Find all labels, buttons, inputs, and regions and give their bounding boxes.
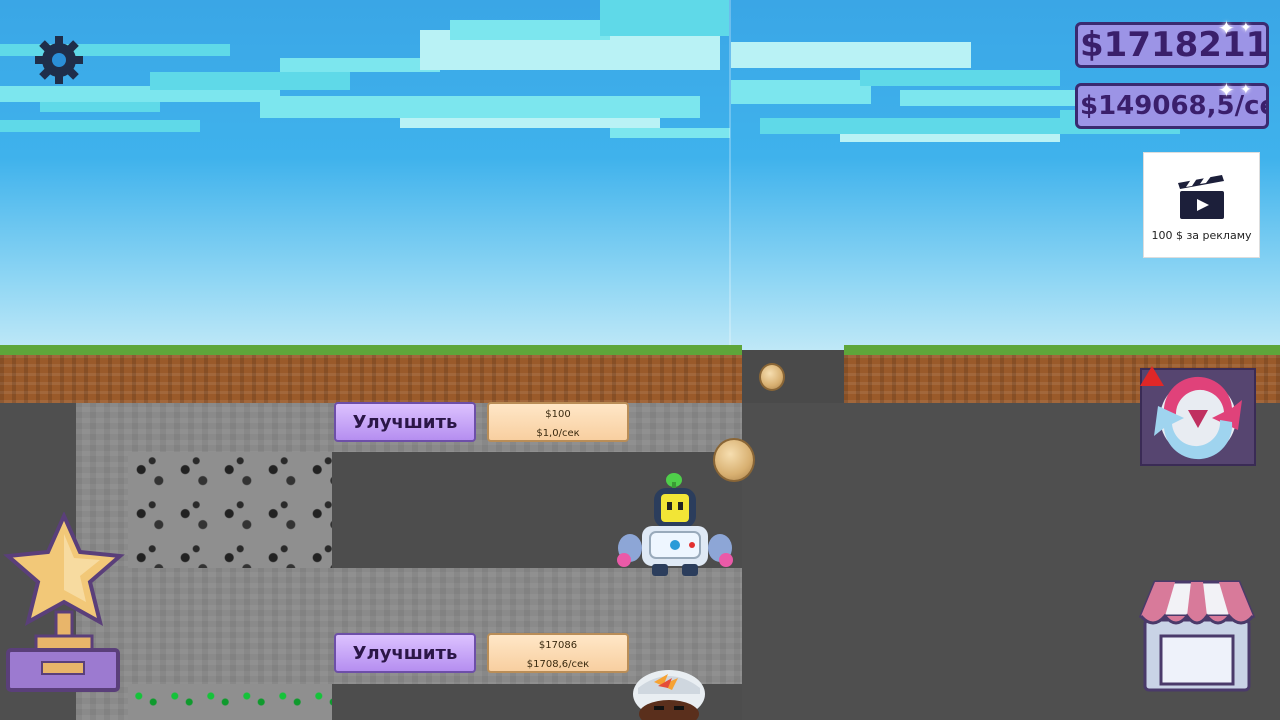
ad-reward-label: 100 $ за рекламу bbox=[1151, 229, 1252, 242]
upgrade-price-1: $100 $1,0/сек bbox=[487, 402, 629, 442]
sparkle-icon: ✦ bbox=[1240, 82, 1252, 98]
upgrade-button-2[interactable]: Улучшить bbox=[334, 633, 476, 673]
leaderboard-trophy-button[interactable] bbox=[2, 511, 126, 694]
upgrade-rate: $1708,6/сек bbox=[526, 659, 590, 670]
sparkle-icon: ✦ bbox=[1240, 20, 1252, 36]
upgrade-rate: $1,0/сек bbox=[536, 428, 580, 439]
brawler-character bbox=[628, 668, 710, 720]
upgrade-price-2: $17086 $1708,6/сек bbox=[487, 633, 629, 673]
upgrade-button-label: Улучшить bbox=[352, 642, 458, 664]
upgrade-cost: $17086 bbox=[538, 640, 578, 651]
upgrade-cost: $100 bbox=[545, 409, 571, 420]
sparkle-icon: ✦ bbox=[1218, 78, 1235, 102]
coal-ore bbox=[128, 452, 332, 568]
clapperboard-icon bbox=[1177, 175, 1224, 219]
dirt-layer-left bbox=[0, 355, 742, 403]
coin-icon[interactable] bbox=[759, 363, 785, 391]
mine-shaft bbox=[742, 350, 844, 403]
watch-ad-button[interactable]: 100 $ за рекламу bbox=[1143, 152, 1260, 258]
grass-strip-left bbox=[0, 345, 742, 355]
settings-gear-icon[interactable] bbox=[33, 34, 85, 86]
sparkle-icon: ✦ bbox=[1218, 16, 1235, 40]
miner-robot-character bbox=[614, 468, 736, 578]
upgrade-button-1[interactable]: Улучшить bbox=[334, 402, 476, 442]
trophy-star-icon bbox=[3, 511, 125, 692]
shop-button[interactable] bbox=[1133, 576, 1261, 692]
alert-triangle-icon bbox=[1140, 366, 1164, 386]
emerald-ore bbox=[128, 684, 332, 720]
grass-strip-right bbox=[844, 345, 1280, 355]
upgrade-button-label: Улучшить bbox=[352, 411, 458, 433]
shop-icon bbox=[1138, 580, 1256, 692]
